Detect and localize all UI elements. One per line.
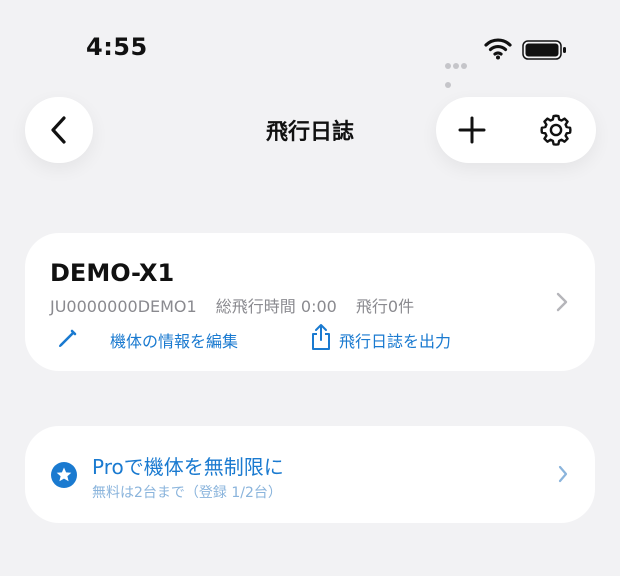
status-bar: 4:55	[0, 0, 620, 100]
plus-icon	[458, 116, 486, 144]
pro-upgrade-card[interactable]: Proで機体を無制限に 無料は2台まで（登録 1/2台）	[25, 426, 595, 523]
wifi-icon	[484, 38, 512, 60]
aircraft-card[interactable]: DEMO-X1 JU0000000DEMO1 総飛行時間 0:00 飛行0件 機…	[25, 233, 595, 371]
gear-icon	[540, 114, 572, 146]
aircraft-name: DEMO-X1	[50, 259, 175, 287]
chevron-right-icon	[558, 465, 568, 483]
signal-dots-icon	[445, 54, 475, 88]
export-log-button[interactable]: 飛行日誌を出力	[339, 328, 451, 352]
share-icon[interactable]	[309, 322, 333, 352]
pencil-icon[interactable]	[57, 327, 79, 349]
settings-button[interactable]	[538, 112, 574, 148]
aircraft-flight-count: 飛行0件	[355, 297, 415, 316]
chevron-right-icon	[556, 292, 568, 312]
star-icon	[51, 462, 77, 488]
aircraft-total-time: 総飛行時間 0:00	[215, 297, 337, 316]
battery-icon	[522, 40, 566, 60]
add-button[interactable]	[455, 113, 489, 147]
pro-title: Proで機体を無制限に	[92, 455, 284, 479]
status-time: 4:55	[86, 33, 148, 61]
aircraft-meta: JU0000000DEMO1 総飛行時間 0:00 飛行0件	[50, 293, 428, 317]
pro-subtitle: 無料は2台まで（登録 1/2台）	[92, 485, 282, 501]
nav-actions-group	[436, 97, 596, 163]
edit-aircraft-button[interactable]: 機体の情報を編集	[110, 328, 238, 352]
aircraft-registration: JU0000000DEMO1	[50, 297, 197, 316]
